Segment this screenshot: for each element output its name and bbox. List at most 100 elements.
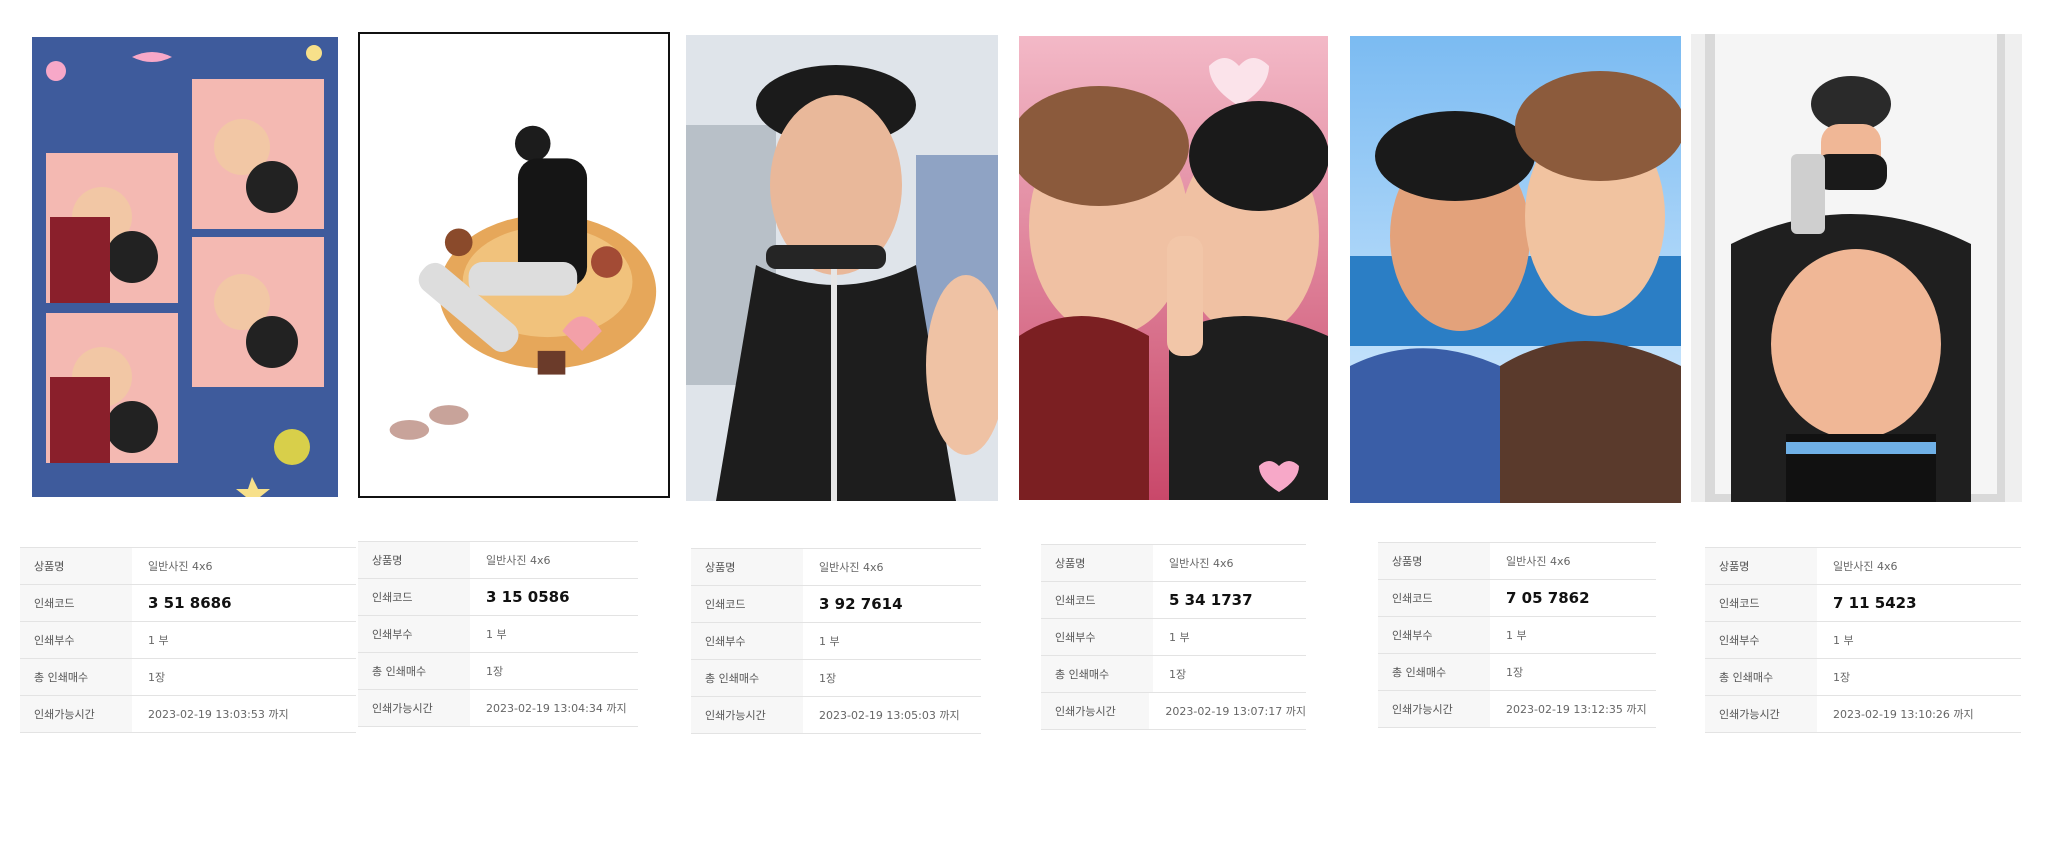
card-image-6[interactable] bbox=[1691, 34, 2022, 502]
card-image-4[interactable] bbox=[1019, 36, 1328, 500]
label-until: 인쇄가능시간 bbox=[1041, 693, 1150, 729]
row-copies: 인쇄부수 1 부 bbox=[1378, 617, 1656, 654]
label-until: 인쇄가능시간 bbox=[20, 696, 132, 732]
label-until: 인쇄가능시간 bbox=[1378, 691, 1490, 727]
row-code: 인쇄코드 7 05 7862 bbox=[1378, 580, 1656, 617]
card-image-2[interactable] bbox=[358, 32, 670, 498]
label-copies: 인쇄부수 bbox=[1041, 619, 1153, 655]
cap-man-illustration bbox=[686, 35, 998, 501]
row-code: 인쇄코드 5 34 1737 bbox=[1041, 582, 1306, 619]
kiss-illustration bbox=[1019, 36, 1328, 500]
product-info-table-5: 상품명 일반사진 4x6 인쇄코드 7 05 7862 인쇄부수 1 부 총 인쇄매수… bbox=[1378, 542, 1656, 728]
row-until: 인쇄가능시간 2023-02-19 13:10:26 까지 bbox=[1705, 696, 2021, 733]
product-info-table-2: 상품명 일반사진 4x6 인쇄코드 3 15 0586 인쇄부수 1 부 총 인쇄매수… bbox=[358, 541, 638, 727]
value-copies: 1 부 bbox=[1506, 629, 1527, 642]
label-total: 총 인쇄매수 bbox=[358, 653, 470, 689]
value-product: 일반사진 4x6 bbox=[1169, 557, 1234, 570]
label-code: 인쇄코드 bbox=[358, 579, 470, 615]
product-info-table-4: 상품명 일반사진 4x6 인쇄코드 5 34 1737 인쇄부수 1 부 총 인쇄매수… bbox=[1041, 544, 1306, 730]
row-product: 상품명 일반사진 4x6 bbox=[358, 541, 638, 579]
label-copies: 인쇄부수 bbox=[1378, 617, 1490, 653]
label-until: 인쇄가능시간 bbox=[1705, 696, 1817, 732]
label-total: 총 인쇄매수 bbox=[1378, 654, 1490, 690]
value-code: 3 15 0586 bbox=[486, 588, 570, 606]
value-copies: 1 부 bbox=[819, 635, 840, 648]
row-product: 상품명 일반사진 4x6 bbox=[20, 547, 356, 585]
value-total: 1장 bbox=[1169, 668, 1187, 681]
mirror-selfie-illustration bbox=[1691, 34, 2022, 502]
product-info-table-1: 상품명 일반사진 4x6 인쇄코드 3 51 8686 인쇄부수 1 부 총 인쇄매수… bbox=[20, 547, 356, 733]
beach-illustration bbox=[1350, 36, 1681, 503]
row-copies: 인쇄부수 1 부 bbox=[691, 623, 981, 660]
label-product: 상품명 bbox=[1041, 545, 1153, 581]
value-product: 일반사진 4x6 bbox=[1506, 555, 1571, 568]
label-code: 인쇄코드 bbox=[691, 586, 803, 622]
row-copies: 인쇄부수 1 부 bbox=[1041, 619, 1306, 656]
row-code: 인쇄코드 3 15 0586 bbox=[358, 579, 638, 616]
value-until: 2023-02-19 13:04:34 까지 bbox=[486, 702, 627, 715]
row-copies: 인쇄부수 1 부 bbox=[1705, 622, 2021, 659]
value-until: 2023-02-19 13:12:35 까지 bbox=[1506, 703, 1647, 716]
value-total: 1장 bbox=[819, 672, 837, 685]
label-copies: 인쇄부수 bbox=[20, 622, 132, 658]
label-code: 인쇄코드 bbox=[20, 585, 132, 621]
card-image-3[interactable] bbox=[686, 35, 998, 501]
product-info-table-6: 상품명 일반사진 4x6 인쇄코드 7 11 5423 인쇄부수 1 부 총 인쇄매수… bbox=[1705, 547, 2021, 733]
row-product: 상품명 일반사진 4x6 bbox=[1705, 547, 2021, 585]
label-product: 상품명 bbox=[691, 549, 803, 585]
row-until: 인쇄가능시간 2023-02-19 13:03:53 까지 bbox=[20, 696, 356, 733]
label-code: 인쇄코드 bbox=[1705, 585, 1817, 621]
value-copies: 1 부 bbox=[486, 628, 507, 641]
donut-illustration bbox=[360, 34, 668, 496]
product-info-table-3: 상품명 일반사진 4x6 인쇄코드 3 92 7614 인쇄부수 1 부 총 인쇄매수… bbox=[691, 548, 981, 734]
value-product: 일반사진 4x6 bbox=[148, 560, 213, 573]
value-until: 2023-02-19 13:10:26 까지 bbox=[1833, 708, 1974, 721]
row-total: 총 인쇄매수 1장 bbox=[1041, 656, 1306, 693]
label-product: 상품명 bbox=[1705, 548, 1817, 584]
label-copies: 인쇄부수 bbox=[691, 623, 803, 659]
label-until: 인쇄가능시간 bbox=[358, 690, 470, 726]
row-code: 인쇄코드 7 11 5423 bbox=[1705, 585, 2021, 622]
card-image-1[interactable] bbox=[32, 37, 338, 497]
value-until: 2023-02-19 13:07:17 까지 bbox=[1165, 705, 1306, 718]
row-until: 인쇄가능시간 2023-02-19 13:05:03 까지 bbox=[691, 697, 981, 734]
row-code: 인쇄코드 3 51 8686 bbox=[20, 585, 356, 622]
value-code: 7 05 7862 bbox=[1506, 589, 1590, 607]
label-copies: 인쇄부수 bbox=[358, 616, 470, 652]
value-until: 2023-02-19 13:03:53 까지 bbox=[148, 708, 289, 721]
value-copies: 1 부 bbox=[1169, 631, 1190, 644]
value-total: 1장 bbox=[1506, 666, 1524, 679]
label-product: 상품명 bbox=[20, 548, 132, 584]
label-total: 총 인쇄매수 bbox=[1041, 656, 1153, 692]
photo-booth-illustration bbox=[32, 37, 338, 497]
row-code: 인쇄코드 3 92 7614 bbox=[691, 586, 981, 623]
row-copies: 인쇄부수 1 부 bbox=[358, 616, 638, 653]
card-image-5[interactable] bbox=[1350, 36, 1681, 503]
row-product: 상품명 일반사진 4x6 bbox=[691, 548, 981, 586]
label-product: 상품명 bbox=[1378, 543, 1490, 579]
row-total: 총 인쇄매수 1장 bbox=[1378, 654, 1656, 691]
row-total: 총 인쇄매수 1장 bbox=[1705, 659, 2021, 696]
value-product: 일반사진 4x6 bbox=[486, 554, 551, 567]
value-total: 1장 bbox=[148, 671, 166, 684]
row-copies: 인쇄부수 1 부 bbox=[20, 622, 356, 659]
value-until: 2023-02-19 13:05:03 까지 bbox=[819, 709, 960, 722]
value-code: 7 11 5423 bbox=[1833, 594, 1917, 612]
value-code: 5 34 1737 bbox=[1169, 591, 1253, 609]
row-total: 총 인쇄매수 1장 bbox=[20, 659, 356, 696]
row-until: 인쇄가능시간 2023-02-19 13:12:35 까지 bbox=[1378, 691, 1656, 728]
value-product: 일반사진 4x6 bbox=[1833, 560, 1898, 573]
value-code: 3 51 8686 bbox=[148, 594, 232, 612]
label-until: 인쇄가능시간 bbox=[691, 697, 803, 733]
row-until: 인쇄가능시간 2023-02-19 13:04:34 까지 bbox=[358, 690, 638, 727]
value-code: 3 92 7614 bbox=[819, 595, 903, 613]
row-product: 상품명 일반사진 4x6 bbox=[1378, 542, 1656, 580]
value-product: 일반사진 4x6 bbox=[819, 561, 884, 574]
label-code: 인쇄코드 bbox=[1041, 582, 1153, 618]
row-total: 총 인쇄매수 1장 bbox=[691, 660, 981, 697]
row-until: 인쇄가능시간 2023-02-19 13:07:17 까지 bbox=[1041, 693, 1306, 730]
label-total: 총 인쇄매수 bbox=[20, 659, 132, 695]
label-total: 총 인쇄매수 bbox=[691, 660, 803, 696]
row-product: 상품명 일반사진 4x6 bbox=[1041, 544, 1306, 582]
label-code: 인쇄코드 bbox=[1378, 580, 1490, 616]
